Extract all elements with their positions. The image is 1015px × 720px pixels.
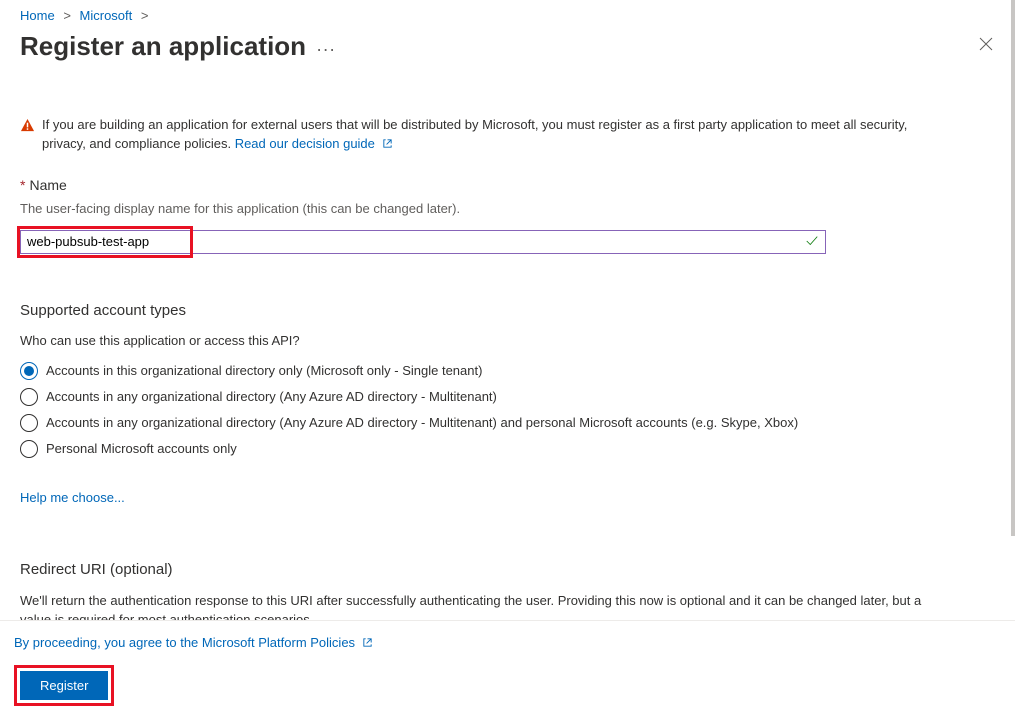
account-types-question: Who can use this application or access t… bbox=[20, 333, 995, 348]
valid-icon bbox=[805, 234, 819, 251]
platform-policies-link[interactable]: By proceeding, you agree to the Microsof… bbox=[14, 635, 995, 651]
breadcrumb-microsoft[interactable]: Microsoft bbox=[80, 8, 133, 23]
breadcrumb-separator: > bbox=[136, 8, 154, 23]
required-indicator: * bbox=[20, 177, 25, 193]
radio-label: Personal Microsoft accounts only bbox=[46, 441, 237, 456]
redirect-uri-description: We'll return the authentication response… bbox=[20, 592, 940, 620]
highlight-marker: Register bbox=[14, 665, 114, 706]
help-me-choose-link[interactable]: Help me choose... bbox=[20, 490, 125, 505]
info-banner: If you are building an application for e… bbox=[20, 116, 940, 155]
info-banner-text: If you are building an application for e… bbox=[42, 117, 907, 151]
radio-icon bbox=[20, 440, 38, 458]
redirect-uri-title: Redirect URI (optional) bbox=[20, 561, 995, 578]
name-label: Name bbox=[29, 177, 66, 193]
decision-guide-link[interactable]: Read our decision guide bbox=[235, 136, 393, 151]
radio-label: Accounts in any organizational directory… bbox=[46, 389, 497, 404]
warning-icon bbox=[20, 118, 35, 155]
page-title: Register an application bbox=[20, 31, 306, 62]
radio-option-multitenant[interactable]: Accounts in any organizational directory… bbox=[20, 388, 995, 406]
name-helper-text: The user-facing display name for this ap… bbox=[20, 201, 995, 216]
radio-option-personal-only[interactable]: Personal Microsoft accounts only bbox=[20, 440, 995, 458]
radio-icon bbox=[20, 362, 38, 380]
account-types-radio-group: Accounts in this organizational director… bbox=[20, 362, 995, 458]
radio-icon bbox=[20, 388, 38, 406]
breadcrumb-home[interactable]: Home bbox=[20, 8, 55, 23]
radio-option-multitenant-personal[interactable]: Accounts in any organizational directory… bbox=[20, 414, 995, 432]
more-icon[interactable]: ··· bbox=[316, 39, 335, 60]
radio-label: Accounts in this organizational director… bbox=[46, 363, 482, 378]
register-button[interactable]: Register bbox=[20, 671, 108, 700]
scrollbar[interactable] bbox=[1011, 0, 1015, 536]
radio-icon bbox=[20, 414, 38, 432]
close-icon[interactable] bbox=[971, 29, 1001, 64]
account-types-title: Supported account types bbox=[20, 302, 995, 319]
radio-option-single-tenant[interactable]: Accounts in this organizational director… bbox=[20, 362, 995, 380]
name-input[interactable] bbox=[20, 230, 826, 254]
footer: By proceeding, you agree to the Microsof… bbox=[0, 620, 1015, 720]
external-link-icon bbox=[382, 136, 393, 155]
breadcrumb: Home > Microsoft > bbox=[20, 0, 995, 27]
external-link-icon bbox=[362, 636, 373, 651]
breadcrumb-separator: > bbox=[58, 8, 76, 23]
radio-label: Accounts in any organizational directory… bbox=[46, 415, 798, 430]
